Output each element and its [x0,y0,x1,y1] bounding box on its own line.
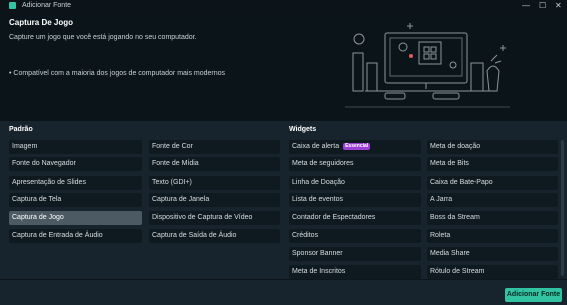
essential-badge: Essencial [343,143,371,150]
window-title: Adicionar Fonte [22,2,72,9]
minimize-icon[interactable]: — [522,0,530,11]
source-media[interactable]: Fonte de Mídia [149,157,280,171]
dialog-footer [0,279,567,305]
widget-follower-goal[interactable]: Meta de seguidores [289,157,421,171]
source-title: Captura De Jogo [9,18,74,27]
widget-media-share[interactable]: Media Share [427,247,558,261]
widget-credits[interactable]: Créditos [289,229,421,243]
widget-alert-box[interactable]: Caixa de alerta Essencial [289,140,421,154]
widget-bit-goal[interactable]: Meta de Bits [427,157,558,171]
title-bar: Adicionar Fonte — ☐ ✕ [0,0,567,11]
maximize-icon[interactable]: ☐ [539,0,546,11]
game-capture-illustration [345,23,510,108]
widget-spin-wheel[interactable]: Roleta [427,229,558,243]
widget-sponsor-banner[interactable]: Sponsor Banner [289,247,421,261]
widget-stream-label[interactable]: Rótulo de Stream [427,265,558,279]
widgets-scrollbar[interactable] [561,140,564,276]
source-audio-input-capture[interactable]: Captura de Entrada de Áudio [9,229,142,243]
source-slideshow[interactable]: Apresentação de Slides [9,176,142,190]
source-imagem[interactable]: Imagem [9,140,142,154]
standard-section-title: Padrão [9,126,33,133]
source-description: Capture um jogo que você está jogando no… [9,34,197,41]
source-video-capture-device[interactable]: Dispositivo de Captura de Vídeo [149,211,280,225]
app-logo-icon [9,2,16,9]
widget-tip-jar[interactable]: A Jarra [427,193,558,207]
source-text-gdi[interactable]: Texto (GDI+) [149,176,280,190]
widget-donation-ticker[interactable]: Linha de Doação [289,176,421,190]
widget-sub-goal[interactable]: Meta de Inscritos [289,265,421,279]
close-icon[interactable]: ✕ [555,0,562,11]
source-color[interactable]: Fonte de Cor [149,140,280,154]
source-display-capture[interactable]: Captura de Tela [9,193,142,207]
widget-event-list[interactable]: Lista de eventos [289,193,421,207]
widget-chat-box[interactable]: Caixa de Bate-Papo [427,176,558,190]
add-source-button[interactable]: Adicionar Fonte [505,288,562,302]
widget-donation-goal[interactable]: Meta de doação [427,140,558,154]
source-audio-output-capture[interactable]: Captura de Saída de Áudio [149,229,280,243]
source-browser[interactable]: Fonte do Navegador [9,157,142,171]
widget-alert-box-label: Caixa de alerta [292,143,340,150]
widgets-section-title: Widgets [289,126,317,133]
source-game-capture[interactable]: Captura de Jogo [9,211,142,225]
source-feature-bullet: • Compatível com a maioria dos jogos de … [9,70,226,77]
widget-stream-boss[interactable]: Boss da Stream [427,211,558,225]
source-window-capture[interactable]: Captura de Janela [149,193,280,207]
widget-viewer-count[interactable]: Contador de Espectadores [289,211,421,225]
